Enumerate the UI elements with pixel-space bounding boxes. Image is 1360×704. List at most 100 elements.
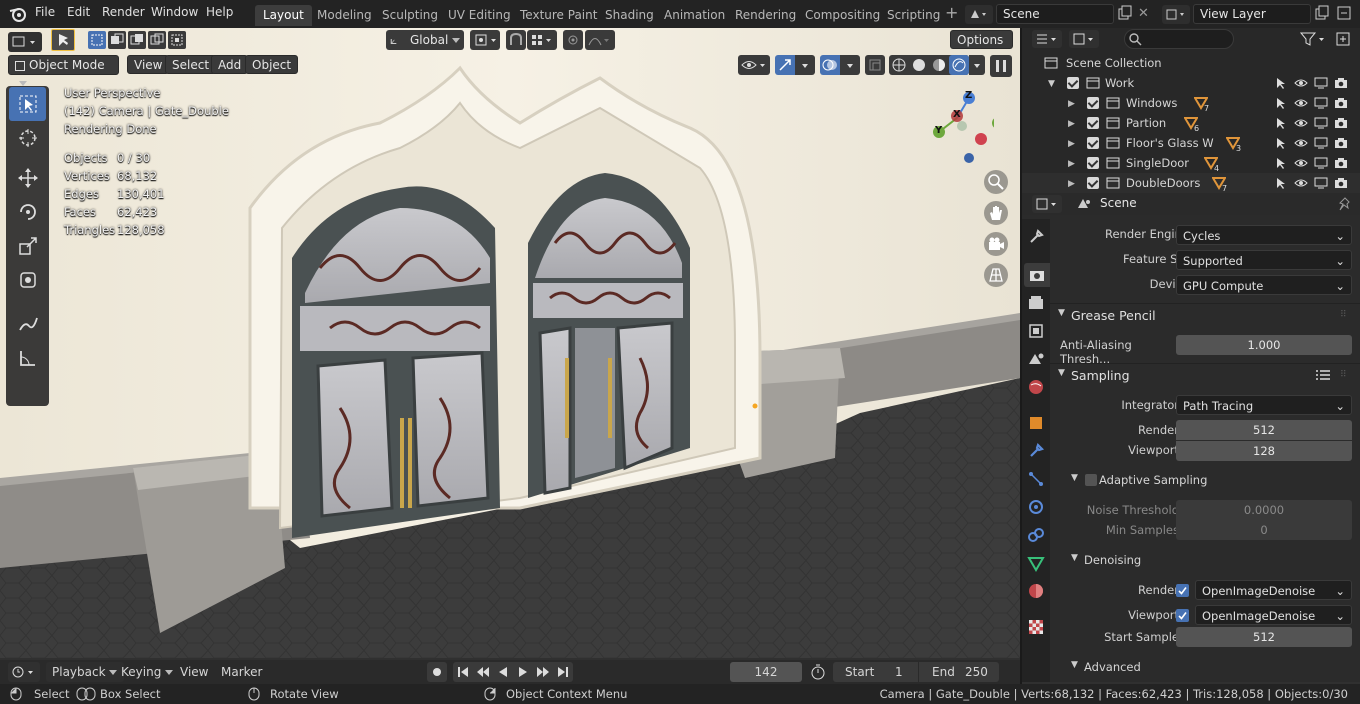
eye-icon[interactable] bbox=[1294, 136, 1308, 150]
render-engine-dropdown[interactable]: Cycles ⌄ bbox=[1176, 225, 1352, 245]
tab-compositing[interactable]: Compositing bbox=[797, 5, 888, 26]
outliner-row[interactable]: ▶ Windows 7 bbox=[1022, 93, 1360, 113]
material-preview-icon[interactable] bbox=[929, 55, 949, 75]
monitor-icon[interactable] bbox=[1314, 116, 1328, 130]
new-scene-icon[interactable] bbox=[1117, 5, 1133, 21]
data-tab-icon[interactable] bbox=[1026, 553, 1046, 573]
render-camera-icon[interactable] bbox=[1334, 136, 1348, 150]
material-tab-icon[interactable] bbox=[1026, 581, 1046, 601]
record-keyframe-icon[interactable] bbox=[427, 662, 447, 682]
scale-tool-icon[interactable] bbox=[9, 229, 46, 263]
mode-intersect-icon[interactable] bbox=[168, 31, 186, 49]
mode-dropdown[interactable]: Object Mode bbox=[8, 55, 119, 86]
modifier-tab-icon[interactable] bbox=[1026, 441, 1046, 461]
timeline-view-menu[interactable]: View bbox=[180, 665, 208, 679]
prev-keyframe-icon[interactable] bbox=[473, 662, 493, 682]
select-menu[interactable]: Select bbox=[165, 55, 217, 74]
visibility-icon[interactable] bbox=[738, 55, 770, 75]
cursor-tool-icon[interactable] bbox=[9, 121, 46, 155]
sampling-panel-header[interactable]: ▼ Sampling ⠿ bbox=[1050, 364, 1360, 388]
menu-help[interactable]: Help bbox=[206, 5, 233, 19]
delete-scene-icon[interactable]: ✕ bbox=[1138, 6, 1149, 21]
playback-menu[interactable]: Playback bbox=[46, 662, 124, 682]
remove-view-layer-icon[interactable] bbox=[1336, 5, 1352, 21]
new-view-layer-icon[interactable] bbox=[1314, 5, 1330, 21]
xray-toggle-icon[interactable] bbox=[865, 55, 885, 75]
annotate-tool-icon[interactable] bbox=[9, 307, 46, 341]
scene-name-field[interactable]: Scene bbox=[996, 4, 1114, 24]
next-keyframe-icon[interactable] bbox=[533, 662, 553, 682]
render-camera-icon[interactable] bbox=[1334, 156, 1348, 170]
navigation-gizmo[interactable]: Z Y X bbox=[924, 86, 994, 166]
keying-menu[interactable]: Keying bbox=[115, 662, 175, 682]
tab-texture-paint[interactable]: Texture Paint bbox=[512, 5, 605, 26]
monitor-icon[interactable] bbox=[1314, 156, 1328, 170]
selectable-icon[interactable] bbox=[1274, 96, 1288, 110]
adaptive-sampling-subpanel[interactable]: ▼ Adaptive Sampling bbox=[1062, 469, 1360, 493]
view-layer-field[interactable]: View Layer bbox=[1193, 4, 1311, 24]
zoom-icon[interactable] bbox=[984, 170, 1008, 194]
outliner-row[interactable]: ▶ DoubleDoors 7 bbox=[1022, 173, 1360, 193]
render-samples-field[interactable]: 512 bbox=[1176, 420, 1352, 440]
scene-selector-icon[interactable] bbox=[965, 5, 993, 24]
object-tab-icon[interactable] bbox=[1026, 413, 1046, 433]
gizmo-toggle-icon[interactable] bbox=[775, 55, 795, 75]
render-camera-icon[interactable] bbox=[1334, 96, 1348, 110]
mode-new-icon[interactable] bbox=[88, 31, 106, 49]
menu-file[interactable]: File bbox=[35, 5, 55, 19]
object-menu[interactable]: Object bbox=[245, 55, 299, 74]
device-dropdown[interactable]: GPU Compute ⌄ bbox=[1176, 275, 1352, 295]
texture-tab-icon[interactable] bbox=[1026, 617, 1046, 637]
tab-sculpting[interactable]: Sculpting bbox=[374, 5, 446, 26]
aa-threshold-field[interactable]: 1.000 bbox=[1176, 335, 1352, 355]
render-tab-icon[interactable] bbox=[1024, 263, 1050, 287]
denoising-subpanel[interactable]: ▼ Denoising bbox=[1062, 549, 1360, 573]
exclude-checkbox[interactable] bbox=[1087, 177, 1099, 189]
stopwatch-icon[interactable] bbox=[808, 662, 828, 682]
measure-tool-icon[interactable] bbox=[9, 341, 46, 375]
expand-arrow-icon[interactable]: ▶ bbox=[1068, 114, 1075, 134]
tab-rendering[interactable]: Rendering bbox=[727, 5, 804, 26]
expand-arrow-icon[interactable]: ▶ bbox=[1068, 94, 1075, 114]
add-menu[interactable]: Add bbox=[211, 55, 249, 74]
pivot-point-icon[interactable] bbox=[470, 30, 500, 50]
editor-type-icon[interactable] bbox=[8, 32, 42, 52]
view-menu[interactable]: View bbox=[127, 55, 170, 74]
shading-dropdown-icon[interactable] bbox=[969, 55, 985, 75]
perspective-toggle-icon[interactable] bbox=[984, 263, 1008, 287]
scene-tab-icon[interactable] bbox=[1026, 349, 1046, 369]
tab-uv-editing[interactable]: UV Editing bbox=[440, 5, 519, 26]
pin-icon[interactable] bbox=[1338, 196, 1352, 212]
eye-icon[interactable] bbox=[1294, 116, 1308, 130]
world-tab-icon[interactable] bbox=[1026, 377, 1046, 397]
monitor-icon[interactable] bbox=[1314, 176, 1328, 190]
selectable-icon[interactable] bbox=[1274, 176, 1288, 190]
view-layer-selector-icon[interactable] bbox=[1162, 5, 1190, 24]
expand-arrow-icon[interactable]: ▼ bbox=[1048, 74, 1055, 94]
snap-target-icon[interactable] bbox=[527, 30, 557, 50]
render-camera-icon[interactable] bbox=[1334, 116, 1348, 130]
rotate-tool-icon[interactable] bbox=[9, 195, 46, 229]
jump-end-icon[interactable] bbox=[553, 662, 573, 682]
eye-icon[interactable] bbox=[1294, 156, 1308, 170]
selectable-icon[interactable] bbox=[1274, 76, 1288, 90]
transform-tool-icon[interactable] bbox=[9, 263, 46, 297]
output-tab-icon[interactable] bbox=[1026, 293, 1046, 313]
adaptive-sampling-checkbox[interactable] bbox=[1085, 474, 1097, 486]
outliner-row[interactable]: ▶ SingleDoor 4 bbox=[1022, 153, 1360, 173]
denoise-viewport-checkbox[interactable] bbox=[1176, 609, 1189, 622]
jump-start-icon[interactable] bbox=[453, 662, 473, 682]
blender-logo-icon[interactable] bbox=[9, 6, 27, 22]
expand-arrow-icon[interactable]: ▶ bbox=[1068, 174, 1075, 194]
advanced-subpanel[interactable]: ▼ Advanced bbox=[1062, 657, 1360, 679]
denoise-render-checkbox[interactable] bbox=[1176, 584, 1189, 597]
outliner-row-scene-collection[interactable]: Scene Collection bbox=[1022, 53, 1360, 73]
pan-hand-icon[interactable] bbox=[984, 201, 1008, 225]
monitor-icon[interactable] bbox=[1314, 136, 1328, 150]
denoise-render-dropdown[interactable]: OpenImageDenoise ⌄ bbox=[1195, 580, 1352, 600]
exclude-checkbox[interactable] bbox=[1087, 97, 1099, 109]
gizmo-dropdown-icon[interactable] bbox=[795, 55, 815, 75]
new-collection-icon[interactable] bbox=[1334, 30, 1354, 48]
add-workspace-icon[interactable]: + bbox=[945, 3, 958, 22]
exclude-checkbox[interactable] bbox=[1087, 117, 1099, 129]
